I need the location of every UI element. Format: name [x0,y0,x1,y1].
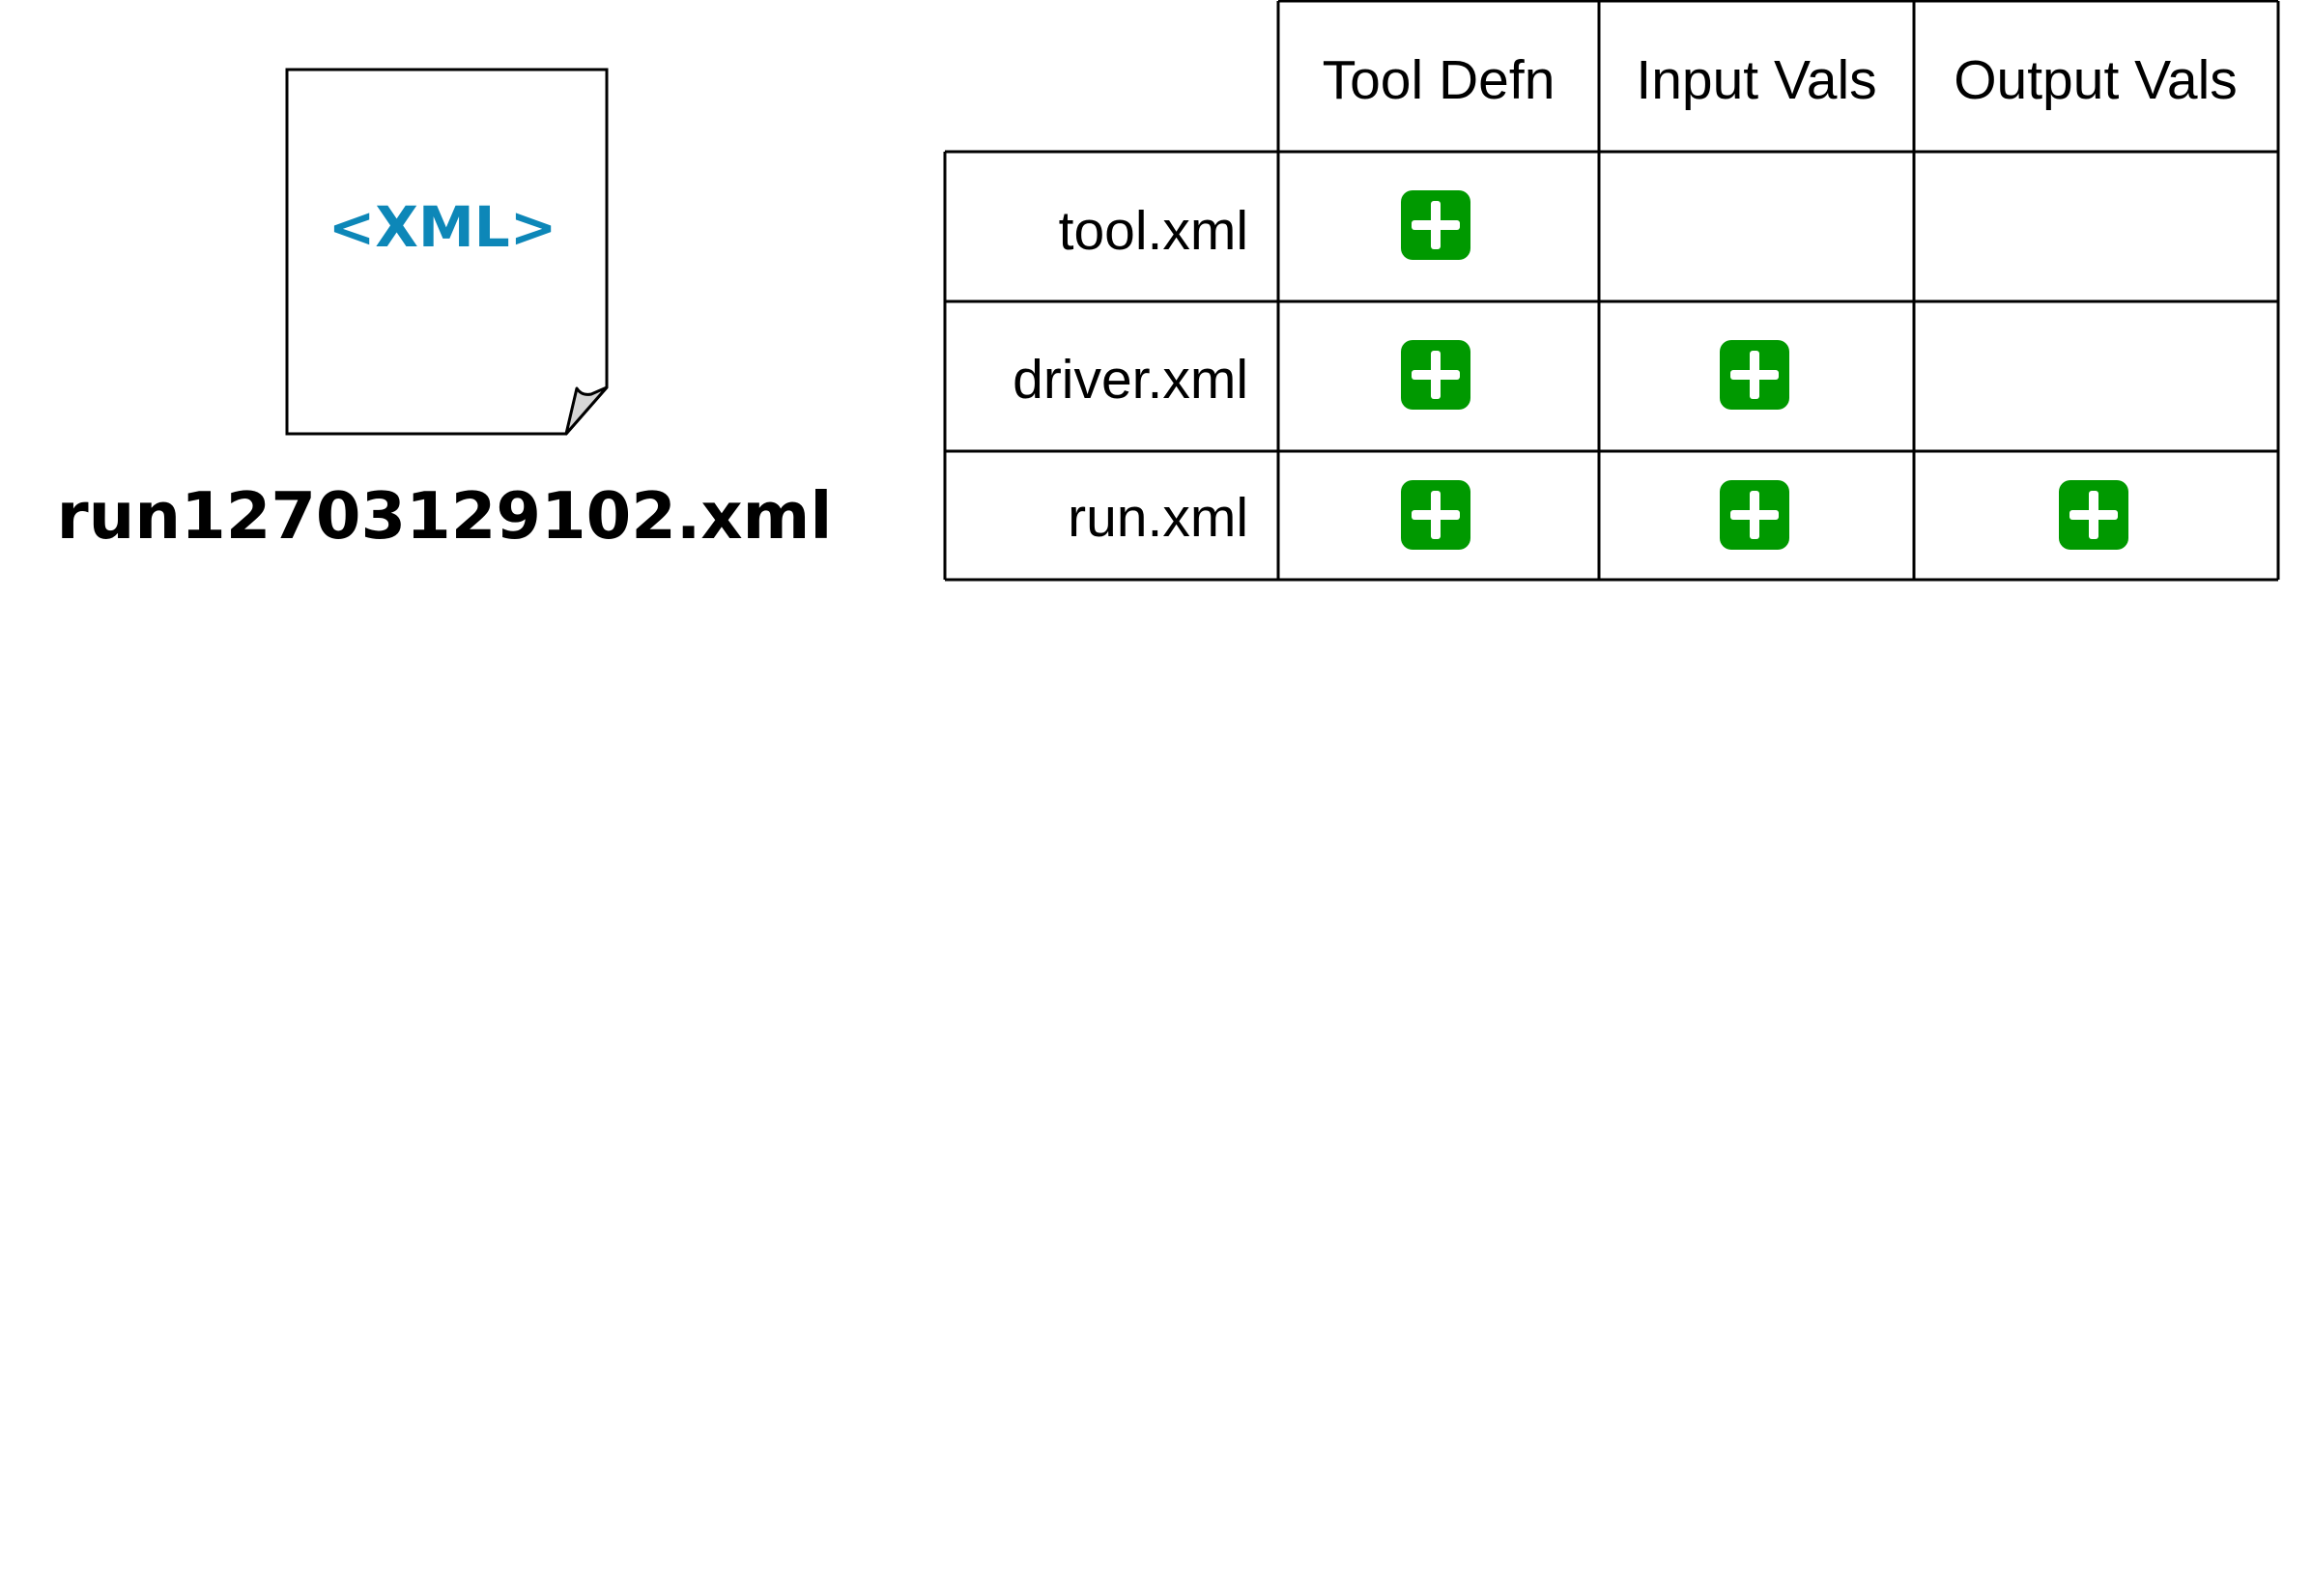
xml-tag-text: <XML> [328,194,557,260]
column-header-output-vals: Output Vals [1954,49,2238,111]
plus-icon [1401,340,1470,410]
plus-icon [1401,480,1470,550]
column-header-input-vals: Input Vals [1636,49,1876,111]
diagram: <XML> run12703129102.xml Tool Defn Input… [57,0,2280,582]
row-labels: tool.xml driver.xml run.xml [1013,200,1248,549]
plus-icon [1720,480,1789,550]
plus-icon [1720,340,1789,410]
row-label-tool-xml: tool.xml [1059,200,1248,262]
plus-icon [2059,480,2128,550]
table-header-row: Tool Defn Input Vals Output Vals [1323,49,2238,111]
column-header-tool-defn: Tool Defn [1323,49,1556,111]
row-label-driver-xml: driver.xml [1013,349,1248,411]
plus-icon [1401,190,1470,260]
row-label-run-xml: run.xml [1068,487,1248,549]
check-icons [1401,190,2128,550]
xml-document-icon: <XML> [285,68,609,436]
document-filename: run12703129102.xml [57,478,833,554]
